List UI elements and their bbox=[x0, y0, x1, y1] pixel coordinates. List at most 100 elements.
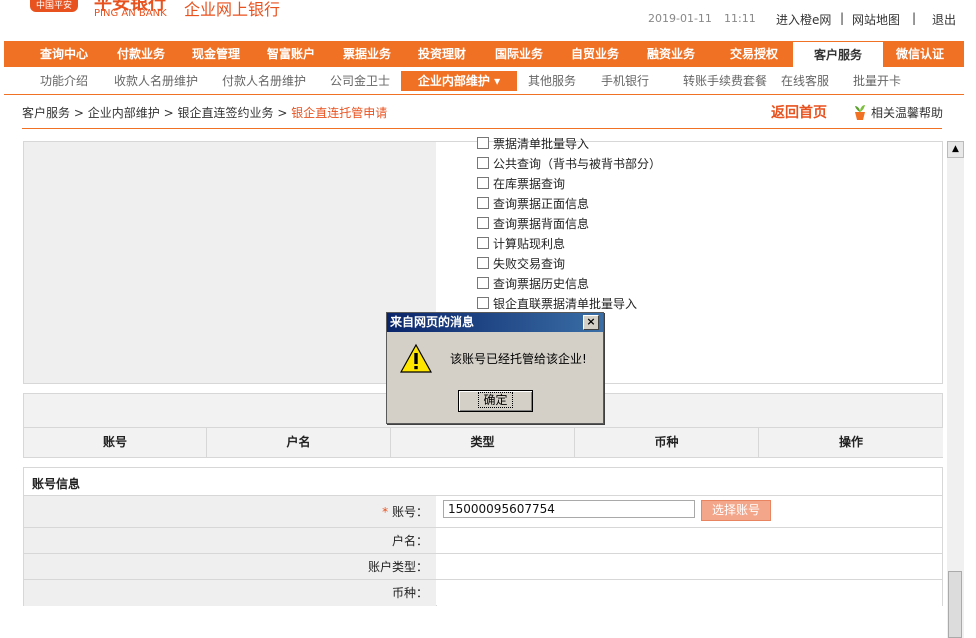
header-separator: | bbox=[840, 11, 845, 25]
account-info-section: 账号信息 * 账号： 选择账号 户名： 账户类型： 币种： bbox=[23, 467, 943, 606]
name-value bbox=[437, 528, 942, 554]
permission-item[interactable]: 公共查询（背书与被背书部分） bbox=[477, 155, 661, 173]
field-row-currency: 币种： bbox=[24, 579, 942, 606]
permission-label: 在库票据查询 bbox=[493, 177, 566, 191]
sub-tab-mobile[interactable]: 手机银行 bbox=[594, 71, 656, 91]
permission-item[interactable]: 票据清单批量导入 bbox=[477, 135, 589, 153]
permissions-label-cell bbox=[24, 142, 436, 383]
permission-label: 公共查询（背书与被背书部分） bbox=[493, 157, 662, 171]
field-row-account: * 账号： 选择账号 bbox=[24, 495, 942, 528]
label-name: 户名： bbox=[24, 528, 436, 554]
main-tab-ftz[interactable]: 自贸业务 bbox=[555, 41, 635, 67]
alert-dialog: 来自网页的消息 × 该账号已经托管给该企业! 确定 bbox=[386, 312, 604, 424]
checkbox[interactable] bbox=[477, 137, 489, 149]
header-time: 11:11 bbox=[724, 12, 756, 25]
sub-tab-other[interactable]: 其他服务 bbox=[522, 71, 582, 91]
field-value: 选择账号 bbox=[437, 496, 942, 528]
sub-tab-internal-maintenance[interactable]: 企业内部维护 ▾ bbox=[401, 71, 517, 91]
dialog-message: 该账号已经托管给该企业! bbox=[450, 352, 587, 366]
page-scrollbar[interactable]: ▲ bbox=[947, 141, 964, 638]
permission-item[interactable]: 查询票据背面信息 bbox=[477, 215, 589, 233]
required-mark: * bbox=[382, 505, 389, 519]
breadcrumb-item[interactable]: 企业内部维护 bbox=[88, 106, 160, 120]
main-tab-authorization[interactable]: 交易授权 bbox=[714, 41, 794, 67]
back-home-link[interactable]: 返回首页 bbox=[771, 102, 827, 122]
help-link[interactable]: 相关温馨帮助 bbox=[852, 103, 943, 121]
permission-label: 票据清单批量导入 bbox=[493, 137, 590, 151]
permission-label: 查询票据正面信息 bbox=[493, 197, 590, 211]
main-tab-query[interactable]: 查询中心 bbox=[24, 41, 104, 67]
permission-label: 查询票据历史信息 bbox=[493, 277, 590, 291]
breadcrumb-item[interactable]: 客户服务 bbox=[22, 106, 70, 120]
permission-item[interactable]: 失败交易查询 bbox=[477, 255, 565, 273]
column-header-account: 账号 bbox=[24, 427, 206, 457]
scroll-up-arrow-icon[interactable]: ▲ bbox=[947, 141, 964, 158]
main-tab-intl[interactable]: 国际业务 bbox=[479, 41, 559, 67]
permission-item[interactable]: 计算贴现利息 bbox=[477, 235, 565, 253]
header-date: 2019-01-11 bbox=[648, 12, 712, 25]
main-tab-financing[interactable]: 融资业务 bbox=[631, 41, 711, 67]
checkbox[interactable] bbox=[477, 257, 489, 269]
link-orange-e[interactable]: 进入橙e网 bbox=[776, 11, 831, 28]
account-input[interactable] bbox=[443, 500, 695, 518]
warning-icon bbox=[400, 343, 432, 373]
permission-label: 失败交易查询 bbox=[493, 257, 566, 271]
sub-tab-fee-package[interactable]: 转账手续费套餐 bbox=[668, 71, 782, 91]
link-logout[interactable]: 退出 bbox=[932, 11, 956, 28]
breadcrumb-separator: > bbox=[277, 106, 288, 120]
permission-item[interactable]: 查询票据正面信息 bbox=[477, 195, 589, 213]
sub-tab-intro[interactable]: 功能介绍 bbox=[32, 71, 96, 91]
field-row-account-type: 账户类型： bbox=[24, 553, 942, 580]
permission-item[interactable]: 在库票据查询 bbox=[477, 175, 565, 193]
ok-button[interactable]: 确定 bbox=[458, 390, 533, 412]
main-tab-wechat[interactable]: 微信认证 bbox=[880, 41, 960, 67]
sub-tab-online-service[interactable]: 在线客服 bbox=[774, 71, 836, 91]
account-type-value bbox=[437, 554, 942, 580]
sub-nav: 功能介绍 收款人名册维护 付款人名册维护 公司金卫士 企业内部维护 ▾ 其他服务… bbox=[4, 67, 964, 95]
main-tab-wealth[interactable]: 智富账户 bbox=[251, 41, 331, 67]
field-row-name: 户名： bbox=[24, 527, 942, 554]
link-sitemap[interactable]: 网站地图 bbox=[852, 11, 900, 28]
choose-account-button[interactable]: 选择账号 bbox=[701, 500, 771, 521]
sub-tab-guard[interactable]: 公司金卫士 bbox=[322, 71, 398, 91]
checkbox[interactable] bbox=[477, 237, 489, 249]
breadcrumb-divider bbox=[22, 128, 942, 129]
label-account: 账号： bbox=[391, 505, 428, 519]
ok-label: 确定 bbox=[478, 392, 513, 408]
dialog-title: 来自网页的消息 bbox=[390, 315, 475, 329]
scroll-thumb[interactable] bbox=[948, 571, 962, 638]
label-account-type: 账户类型： bbox=[24, 554, 436, 580]
permission-item[interactable]: 查询票据历史信息 bbox=[477, 275, 589, 293]
breadcrumb: 客户服务 > 企业内部维护 > 银企直连签约业务 > 银企直连托管申请 bbox=[22, 104, 387, 121]
sub-tab-batch-card[interactable]: 批量开卡 bbox=[846, 71, 908, 91]
sub-tab-payer-list[interactable]: 付款人名册维护 bbox=[214, 71, 314, 91]
sub-tab-payee-list[interactable]: 收款人名册维护 bbox=[106, 71, 206, 91]
close-icon[interactable]: × bbox=[583, 315, 599, 330]
main-tab-invest[interactable]: 投资理财 bbox=[402, 41, 482, 67]
column-header-name: 户名 bbox=[206, 427, 390, 457]
main-tab-bills[interactable]: 票据业务 bbox=[327, 41, 407, 67]
main-tab-cash[interactable]: 现金管理 bbox=[176, 41, 256, 67]
label-currency: 币种： bbox=[24, 580, 436, 606]
checkbox[interactable] bbox=[477, 277, 489, 289]
checkbox[interactable] bbox=[477, 157, 489, 169]
main-tab-customer-service[interactable]: 客户服务 bbox=[792, 41, 884, 69]
currency-value bbox=[437, 580, 942, 606]
system-title: 企业网上银行 bbox=[184, 0, 281, 19]
checkbox[interactable] bbox=[477, 297, 489, 309]
main-nav: 查询中心 付款业务 现金管理 智富账户 票据业务 投资理财 国际业务 自贸业务 … bbox=[4, 41, 964, 69]
header-separator: | bbox=[912, 11, 917, 25]
logo-badge: 中国平安 bbox=[30, 0, 78, 12]
checkbox[interactable] bbox=[477, 177, 489, 189]
breadcrumb-current: 银企直连托管申请 bbox=[291, 106, 388, 120]
permission-label: 银企直联票据清单批量导入 bbox=[493, 297, 638, 311]
field-label: * 账号： bbox=[24, 496, 436, 528]
dialog-titlebar[interactable]: 来自网页的消息 × bbox=[387, 313, 603, 332]
checkbox[interactable] bbox=[477, 217, 489, 229]
breadcrumb-separator: > bbox=[73, 106, 84, 120]
permission-label: 查询票据背面信息 bbox=[493, 217, 590, 231]
breadcrumb-item[interactable]: 银企直连签约业务 bbox=[177, 106, 273, 120]
main-tab-payment[interactable]: 付款业务 bbox=[101, 41, 181, 67]
checkbox[interactable] bbox=[477, 197, 489, 209]
permission-item[interactable]: 银企直联票据清单批量导入 bbox=[477, 295, 637, 313]
